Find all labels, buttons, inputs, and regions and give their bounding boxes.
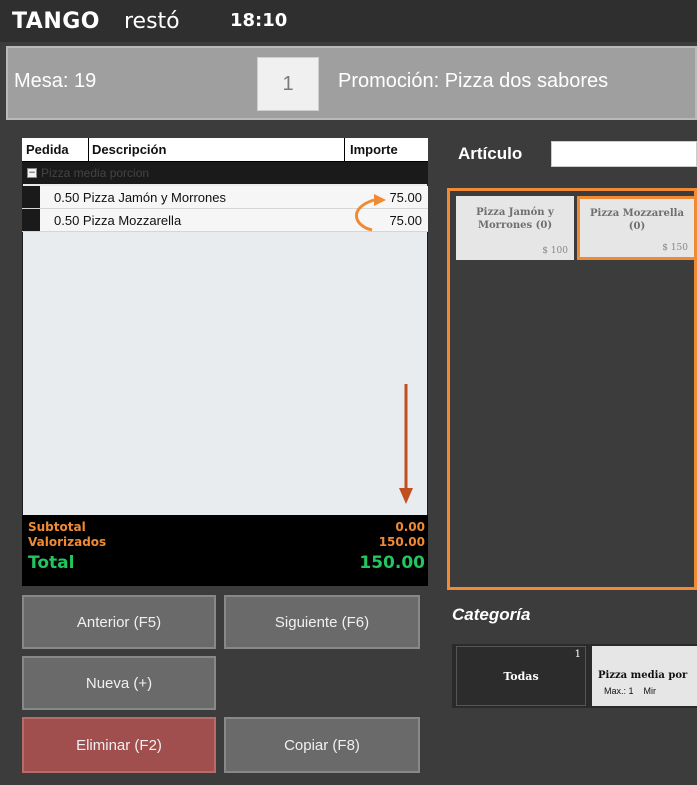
article-label: Artículo	[458, 144, 523, 163]
brand-logo: TANGO	[12, 9, 100, 34]
quantity-field[interactable]: 1	[257, 57, 319, 111]
order-table-header: Pedida Descripción Importe	[22, 138, 428, 162]
top-bar	[0, 0, 697, 42]
category-label: Categoría	[452, 605, 531, 624]
copy-button[interactable]: Copiar (F8)	[224, 717, 420, 773]
article-search-input[interactable]	[551, 141, 697, 167]
category-name: Pizza media por	[598, 670, 688, 681]
item-description: 0.50 Pizza Jamón y Morrones	[54, 190, 226, 205]
column-header-descripcion: Descripción	[92, 142, 167, 157]
clock: 18:10	[230, 10, 288, 31]
product-name: Pizza Jamón y Morrones (0)	[476, 207, 554, 231]
product-price: $ 150	[662, 243, 688, 253]
delete-button[interactable]: Eliminar (F2)	[22, 717, 216, 773]
category-button-todas[interactable]: 1 Todas	[456, 646, 586, 706]
column-divider	[88, 138, 89, 161]
valorizados-label: Valorizados	[28, 535, 107, 549]
column-header-pedida: Pedida	[26, 142, 69, 157]
item-description: 0.50 Pizza Mozzarella	[54, 213, 182, 228]
down-arrow-icon	[399, 384, 413, 504]
category-info: Max.: 1 Mir	[604, 686, 657, 696]
previous-button[interactable]: Anterior (F5)	[22, 595, 216, 649]
row-indicator	[22, 209, 40, 231]
collapse-icon[interactable]: −	[27, 168, 37, 178]
product-name: Pizza Mozzarella (0)	[590, 208, 684, 232]
column-header-importe: Importe	[350, 142, 398, 157]
subtotal-label: Subtotal	[28, 520, 86, 534]
column-divider	[344, 138, 345, 161]
subtotal-value: 0.00	[395, 520, 425, 534]
promotion-label: Promoción: Pizza dos sabores	[338, 70, 609, 92]
category-count: 1	[574, 649, 581, 660]
swap-arrow-icon	[355, 194, 386, 232]
order-group-label: Pizza media porcion	[41, 166, 150, 180]
total-value: 150.00	[359, 553, 425, 573]
brand-subtitle: restó	[124, 9, 180, 34]
product-card-selected[interactable]: Pizza Mozzarella (0) $ 150	[577, 196, 697, 260]
category-name: Todas	[503, 670, 539, 683]
row-indicator	[22, 186, 40, 208]
next-button[interactable]: Siguiente (F6)	[224, 595, 420, 649]
product-card[interactable]: Pizza Jamón y Morrones (0) $ 100	[456, 196, 574, 260]
product-price: $ 100	[542, 246, 568, 256]
new-button[interactable]: Nueva (+)	[22, 656, 216, 710]
valorizados-value: 150.00	[378, 535, 425, 549]
total-label: Total	[28, 553, 75, 573]
table-label: Mesa: 19	[14, 70, 97, 92]
category-button-pizza[interactable]: Pizza media por Max.: 1 Mir	[592, 646, 697, 706]
